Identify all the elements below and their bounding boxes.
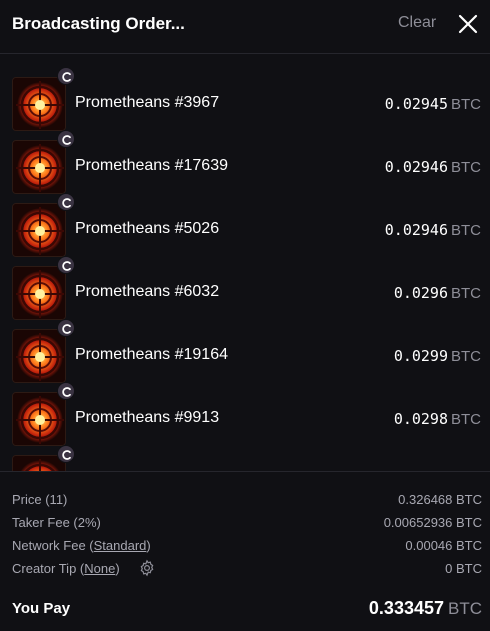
item-price: 0.02946 BTC (385, 158, 481, 176)
order-items-list[interactable]: Prometheans #3967 0.02945 BTC Prometheans … (0, 55, 490, 471)
item-price-unit: BTC (451, 159, 481, 176)
item-price: 0.0299 BTC (394, 347, 481, 365)
panel-title: Broadcasting Order... (12, 14, 185, 33)
you-pay-value: 0.333457 BTC (369, 598, 482, 619)
item-name: Prometheans #17639 (75, 157, 228, 174)
creator-tip-label: Creator Tip (None) (12, 561, 120, 576)
taker-fee-row: Taker Fee (2%) 0.00652936 BTC (12, 515, 482, 535)
collection-c-icon (57, 382, 75, 400)
list-item[interactable]: Prometheans #9913 0.0298 BTC (0, 370, 490, 446)
list-item[interactable]: Prometheans #3967 0.02945 BTC (0, 55, 490, 131)
item-price-unit: BTC (451, 411, 481, 428)
item-name: Prometheans #9913 (75, 409, 220, 426)
network-fee-value: 0.00046 BTC (405, 538, 482, 553)
network-fee-standard-link[interactable]: Standard (94, 538, 147, 553)
item-price-unit: BTC (451, 222, 481, 239)
you-pay-amount: 0.333457 (368, 598, 444, 618)
creator-tip-value: 0 BTC (445, 561, 482, 576)
item-price-amount: 0.0296 (393, 284, 448, 302)
collection-c-icon (57, 193, 75, 211)
item-name: Prometheans #6032 (75, 283, 220, 300)
network-fee-row: Network Fee (Standard) 0.00046 BTC (12, 538, 482, 558)
item-name: Prometheans #19164 (75, 346, 228, 363)
creator-tip-none-link[interactable]: None (84, 561, 115, 576)
item-name: Prometheans #3967 (75, 94, 220, 111)
item-price-unit: BTC (451, 348, 481, 365)
you-pay-unit: BTC (448, 599, 482, 618)
item-price-amount: 0.02946 (384, 221, 448, 239)
clear-button[interactable]: Clear (398, 14, 436, 32)
gear-icon[interactable] (138, 559, 156, 580)
panel-header: Broadcasting Order... Clear (0, 0, 490, 54)
item-price: 0.0296 BTC (394, 284, 481, 302)
list-item[interactable]: Prometheans #19164 0.0299 BTC (0, 307, 490, 383)
item-name: Prometheans #5026 (75, 220, 220, 237)
item-price: 0.02946 BTC (385, 221, 481, 239)
item-price-unit: BTC (451, 96, 481, 113)
list-item[interactable] (0, 433, 490, 471)
price-value: 0.326468 BTC (398, 492, 482, 507)
creator-tip-row: Creator Tip (None) 0 BTC (12, 559, 482, 581)
item-price: 0.0298 BTC (394, 410, 481, 428)
list-item[interactable]: Prometheans #6032 0.0296 BTC (0, 244, 490, 320)
collection-c-icon (57, 67, 75, 85)
close-icon[interactable] (458, 14, 478, 34)
taker-fee-label: Taker Fee (2%) (12, 515, 101, 530)
price-label: Price (11) (12, 492, 68, 507)
item-price: 0.02945 BTC (385, 95, 481, 113)
list-item[interactable]: Prometheans #17639 0.02946 BTC (0, 118, 490, 194)
order-summary: Price (11) 0.326468 BTC Taker Fee (2%) 0… (0, 471, 490, 631)
collection-c-icon (57, 130, 75, 148)
price-row: Price (11) 0.326468 BTC (12, 492, 482, 512)
broadcasting-order-panel: Broadcasting Order... Clear Prometheans … (0, 0, 490, 631)
item-price-amount: 0.0299 (393, 347, 448, 365)
item-price-amount: 0.02946 (384, 158, 448, 176)
item-price-unit: BTC (451, 285, 481, 302)
collection-c-icon (57, 256, 75, 274)
network-fee-label: Network Fee (Standard) (12, 538, 151, 553)
collection-c-icon (57, 445, 75, 463)
list-item[interactable]: Prometheans #5026 0.02946 BTC (0, 181, 490, 257)
item-price-amount: 0.0298 (393, 410, 448, 428)
item-price-amount: 0.02945 (384, 95, 448, 113)
collection-c-icon (57, 319, 75, 337)
you-pay-label: You Pay (12, 600, 71, 617)
taker-fee-value: 0.00652936 BTC (383, 515, 482, 530)
